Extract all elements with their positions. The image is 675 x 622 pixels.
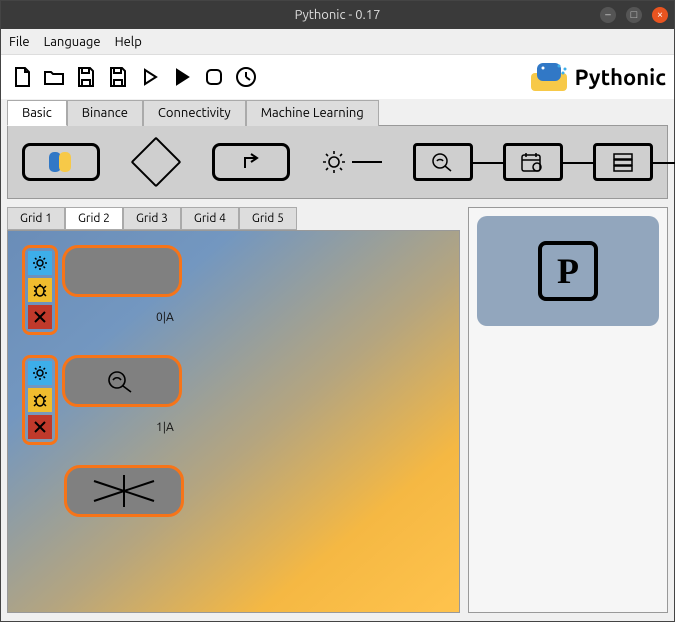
palette-item-settings[interactable]	[320, 148, 382, 176]
window-controls: – □ ×	[600, 7, 668, 23]
node-1-controls	[22, 355, 58, 445]
menu-language[interactable]: Language	[44, 35, 101, 49]
node-0-coord: 0|A	[156, 311, 174, 324]
gear-icon	[32, 255, 48, 271]
grid-tab-3[interactable]: Grid 3	[123, 207, 181, 230]
status-preview: P	[477, 216, 659, 326]
node-0-controls	[22, 245, 58, 335]
status-badge: P	[538, 241, 598, 301]
node-config-button[interactable]	[28, 361, 52, 385]
stack-icon	[610, 151, 636, 173]
side-panel: P	[468, 207, 668, 613]
magnify-icon	[430, 151, 456, 173]
run-step-icon[interactable]	[137, 62, 163, 92]
palette-item-scan[interactable]	[413, 143, 473, 181]
workspace: Grid 1 Grid 2 Grid 3 Grid 4 Grid 5 0|A	[1, 207, 674, 621]
tab-binance[interactable]: Binance	[67, 100, 143, 126]
node-delete-button[interactable]	[28, 305, 52, 329]
save-icon[interactable]	[73, 62, 99, 92]
magnify-icon	[105, 368, 139, 394]
node-config-button[interactable]	[28, 251, 52, 275]
palette-item-exec[interactable]	[22, 143, 100, 181]
node-0-body[interactable]	[62, 245, 182, 297]
gear-icon	[32, 365, 48, 381]
placeholder-icon	[84, 471, 164, 511]
tab-connectivity[interactable]: Connectivity	[143, 100, 246, 126]
window-titlebar: Pythonic - 0.17 – □ ×	[1, 1, 674, 29]
node-1-coord: 1|A	[156, 421, 174, 434]
close-icon	[32, 309, 48, 325]
toolbar-icons	[9, 62, 259, 92]
palette-item-stack[interactable]	[593, 143, 653, 181]
placeholder-node[interactable]	[64, 465, 184, 517]
save-as-icon[interactable]	[105, 62, 131, 92]
close-button[interactable]: ×	[652, 7, 668, 23]
grid-tabs: Grid 1 Grid 2 Grid 3 Grid 4 Grid 5	[7, 207, 460, 230]
node-delete-button[interactable]	[28, 415, 52, 439]
cog-icon	[320, 148, 348, 176]
run-icon[interactable]	[169, 62, 195, 92]
grid-tab-2[interactable]: Grid 2	[65, 207, 123, 230]
minimize-button[interactable]: –	[600, 7, 616, 23]
python-logo-icon	[47, 150, 75, 174]
new-file-icon[interactable]	[9, 62, 35, 92]
menu-bar: File Language Help	[1, 29, 674, 55]
grid-panel: Grid 1 Grid 2 Grid 3 Grid 4 Grid 5 0|A	[7, 207, 460, 613]
diamond-icon	[131, 137, 182, 188]
calendar-icon	[520, 151, 546, 173]
tab-basic[interactable]: Basic	[7, 100, 67, 126]
stop-icon[interactable]	[201, 62, 227, 92]
palette-item-schedule[interactable]	[503, 143, 563, 181]
tab-machine-learning[interactable]: Machine Learning	[246, 100, 379, 126]
timer-icon[interactable]	[233, 62, 259, 92]
category-tabs: Basic Binance Connectivity Machine Learn…	[7, 99, 668, 125]
toolbar: Pythonic	[1, 55, 674, 99]
node-debug-button[interactable]	[28, 278, 52, 302]
close-icon	[32, 419, 48, 435]
canvas[interactable]: 0|A 1|A	[7, 230, 460, 613]
palette	[7, 125, 668, 199]
open-folder-icon[interactable]	[41, 62, 67, 92]
return-icon	[237, 150, 265, 174]
palette-item-branch[interactable]	[130, 136, 182, 188]
window-title: Pythonic - 0.17	[295, 8, 381, 22]
grid-tab-5[interactable]: Grid 5	[239, 207, 297, 230]
bug-icon	[32, 282, 48, 298]
python-logo-icon	[529, 59, 569, 95]
palette-item-return[interactable]	[212, 143, 290, 181]
brand-name: Pythonic	[575, 65, 666, 90]
menu-help[interactable]: Help	[115, 35, 142, 49]
node-debug-button[interactable]	[28, 388, 52, 412]
grid-tab-4[interactable]: Grid 4	[181, 207, 239, 230]
maximize-button[interactable]: □	[626, 7, 642, 23]
bug-icon	[32, 392, 48, 408]
node-1-body[interactable]	[62, 355, 182, 407]
grid-tab-1[interactable]: Grid 1	[7, 207, 65, 230]
brand-logo: Pythonic	[529, 59, 666, 95]
menu-file[interactable]: File	[9, 35, 30, 49]
